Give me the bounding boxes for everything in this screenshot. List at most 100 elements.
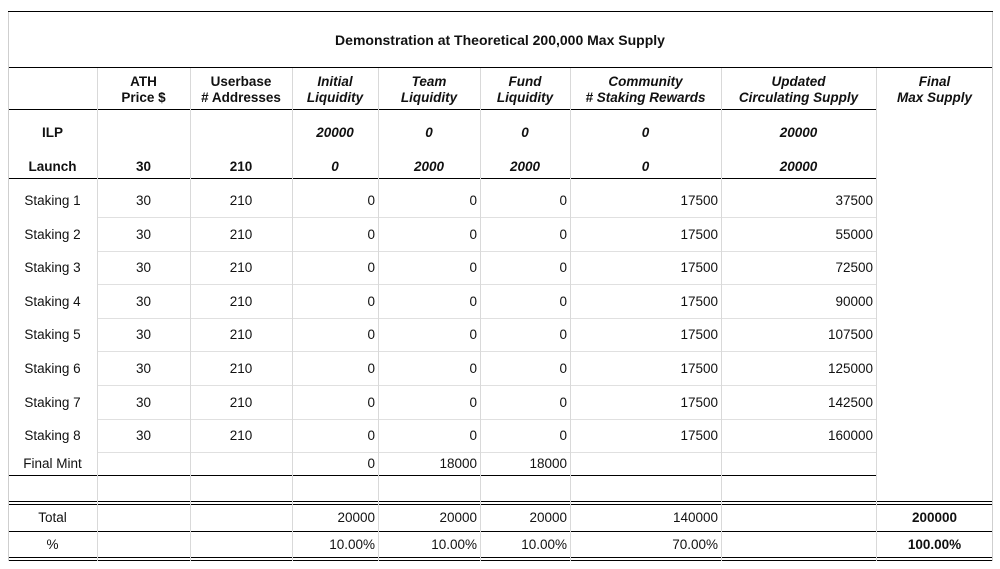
table-cell: 0: [367, 360, 375, 376]
table-cell: 17500: [680, 394, 718, 410]
table-cell: 17500: [680, 192, 718, 208]
table-cell: 0: [559, 394, 567, 410]
rule-double-1: [8, 501, 993, 502]
table-cell: 90000: [835, 293, 873, 309]
header-line-1: Initial: [317, 74, 353, 89]
row-label: Staking 4: [24, 293, 81, 309]
rule-header-bottom: [8, 109, 877, 110]
header-line-1: Userbase: [210, 74, 272, 89]
table-cell: 210: [229, 360, 253, 376]
total-cell: 140000: [672, 510, 718, 525]
table-title: Demonstration at Theoretical 200,000 Max…: [335, 31, 665, 48]
percent-cell: 10.00%: [521, 537, 567, 552]
table-cell: 0: [367, 394, 375, 410]
table-cell: 0: [367, 456, 375, 471]
total-cell: 20000: [337, 510, 375, 525]
table-cell: 0: [641, 158, 650, 174]
table-cell: 0: [367, 259, 375, 275]
table-cell: 125000: [827, 360, 873, 376]
table-cell: 142500: [827, 394, 873, 410]
table-cell: 210: [229, 326, 253, 342]
column-header: Userbase # Addresses: [190, 72, 292, 108]
row-label: Staking 3: [24, 259, 81, 275]
table-cell: 20000: [779, 124, 818, 140]
header-line-1: Fund: [508, 74, 542, 89]
table-cell: 107500: [827, 326, 873, 342]
table-cell: 30: [135, 427, 152, 443]
table-cell: 0: [559, 326, 567, 342]
header-line-1: ATH: [130, 74, 157, 89]
table-cell: 0: [641, 124, 650, 140]
table-cell: 210: [229, 158, 253, 174]
table-cell: 30: [135, 293, 152, 309]
percent-cell: [97, 532, 190, 558]
table-cell: 17500: [680, 326, 718, 342]
table-cell: 0: [367, 226, 375, 242]
row-label: Staking 6: [24, 360, 81, 376]
table-cell: 0: [559, 226, 567, 242]
table-cell: 0: [367, 427, 375, 443]
table-cell: 0: [559, 293, 567, 309]
table-cell: 0: [521, 124, 529, 140]
table-cell: 55000: [835, 226, 873, 242]
table-cell: 18000: [529, 456, 567, 471]
column-header: ATH Price $: [97, 72, 190, 108]
table-cell: 160000: [827, 427, 873, 443]
percent-cell: 10.00%: [329, 537, 375, 552]
row-label: Staking 2: [24, 226, 81, 242]
table-cell: 210: [229, 259, 253, 275]
total-label: Total: [38, 510, 67, 525]
row-label: Launch: [28, 158, 77, 174]
header-line-2: # Staking Rewards: [585, 90, 706, 105]
header-line-2: Price $: [121, 90, 166, 105]
column-header: Updated Circulating Supply: [721, 72, 876, 108]
table-cell: [97, 116, 190, 149]
total-cell: [721, 505, 876, 531]
rule-header-top: [8, 67, 993, 68]
table-cell: 17500: [680, 427, 718, 443]
table-cell: 0: [469, 259, 477, 275]
table-cell: 0: [425, 124, 433, 140]
header-line-1: Final: [918, 74, 951, 89]
percent-cell: 10.00%: [431, 537, 477, 552]
percent-label: %: [46, 537, 59, 552]
column-header: Community # Staking Rewards: [570, 72, 721, 108]
header-line-2: Circulating Supply: [738, 90, 859, 105]
total-cell: 20000: [529, 510, 567, 525]
table-cell: 0: [559, 427, 567, 443]
row-label: Staking 1: [24, 192, 81, 208]
header-line-1: Updated: [771, 74, 826, 89]
table-cell: 37500: [835, 192, 873, 208]
table-cell: 20000: [779, 158, 818, 174]
table-cell: 0: [559, 192, 567, 208]
header-line-2: Liquidity: [496, 90, 554, 105]
percent-cell: [721, 532, 876, 558]
row-label: Staking 8: [24, 427, 81, 443]
percent-cell: 100.00%: [907, 537, 962, 552]
row-label: Staking 5: [24, 326, 81, 342]
row-label: Staking 7: [24, 394, 81, 410]
column-header: Team Liquidity: [378, 72, 480, 108]
table-cell: 210: [229, 394, 253, 410]
table-cell: 18000: [439, 456, 477, 471]
table-cell: 0: [469, 394, 477, 410]
rule-bottom-2: [8, 560, 993, 561]
table-cell: 17500: [680, 259, 718, 275]
table-cell: 210: [229, 226, 253, 242]
table-cell: 0: [331, 158, 339, 174]
table-cell: 17500: [680, 226, 718, 242]
row-label: ILP: [41, 124, 63, 140]
table-cell: 30: [135, 326, 152, 342]
table-cell: [190, 116, 292, 149]
percent-cell: [190, 532, 292, 558]
header-line-2: Liquidity: [400, 90, 458, 105]
table-cell: [97, 452, 190, 476]
table-cell: 210: [229, 192, 253, 208]
table-cell: 0: [367, 326, 375, 342]
total-cell: [190, 505, 292, 531]
table-cell: 2000: [413, 158, 445, 174]
table-cell: 0: [367, 192, 375, 208]
table-cell: 0: [469, 192, 477, 208]
table-cell: [190, 452, 292, 476]
table-cell: 0: [469, 360, 477, 376]
